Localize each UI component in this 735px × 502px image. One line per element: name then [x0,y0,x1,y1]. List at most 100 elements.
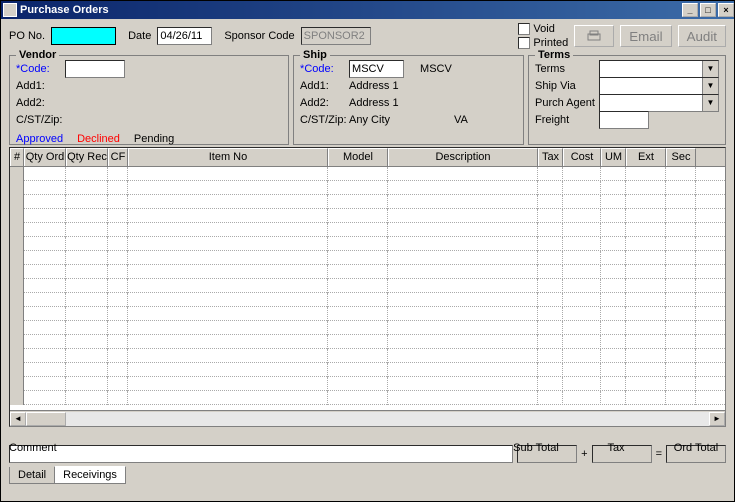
table-cell[interactable] [666,195,696,209]
table-cell[interactable] [128,363,328,377]
table-cell[interactable] [108,167,128,181]
void-checkbox[interactable] [518,23,530,35]
table-cell[interactable] [24,279,66,293]
table-cell[interactable] [66,363,108,377]
table-row[interactable] [10,237,725,251]
table-cell[interactable] [626,195,666,209]
table-cell[interactable] [328,223,388,237]
table-cell[interactable] [626,251,666,265]
table-cell[interactable] [10,251,24,265]
table-cell[interactable] [66,195,108,209]
table-cell[interactable] [128,321,328,335]
col-qtyord[interactable]: Qty Ord [24,148,66,166]
table-row[interactable] [10,251,725,265]
table-cell[interactable] [24,237,66,251]
table-cell[interactable] [10,321,24,335]
table-row[interactable] [10,391,725,405]
table-cell[interactable] [538,307,563,321]
table-cell[interactable] [666,251,696,265]
table-cell[interactable] [666,265,696,279]
table-cell[interactable] [601,209,626,223]
table-cell[interactable] [563,251,601,265]
table-cell[interactable] [10,349,24,363]
table-cell[interactable] [24,181,66,195]
table-cell[interactable] [388,237,538,251]
table-cell[interactable] [388,265,538,279]
table-cell[interactable] [24,363,66,377]
printed-checkbox[interactable] [518,37,530,49]
table-cell[interactable] [66,181,108,195]
tab-detail[interactable]: Detail [9,467,55,484]
table-cell[interactable] [24,223,66,237]
line-items-grid[interactable]: # Qty Ord Qty Rec CF Item No Model Descr… [9,147,726,427]
table-cell[interactable] [601,349,626,363]
table-cell[interactable] [666,349,696,363]
col-model[interactable]: Model [328,148,388,166]
scroll-thumb[interactable] [26,412,66,426]
table-cell[interactable] [626,321,666,335]
titlebar[interactable]: Purchase Orders _ □ × [1,1,734,19]
table-cell[interactable] [388,293,538,307]
table-cell[interactable] [538,223,563,237]
table-cell[interactable] [388,335,538,349]
table-cell[interactable] [563,307,601,321]
table-cell[interactable] [66,391,108,405]
table-row[interactable] [10,181,725,195]
table-cell[interactable] [10,209,24,223]
table-cell[interactable] [128,195,328,209]
table-cell[interactable] [563,223,601,237]
table-cell[interactable] [328,265,388,279]
table-cell[interactable] [108,391,128,405]
table-row[interactable] [10,349,725,363]
table-cell[interactable] [626,237,666,251]
table-cell[interactable] [626,223,666,237]
table-cell[interactable] [10,377,24,391]
table-cell[interactable] [328,237,388,251]
table-cell[interactable] [626,391,666,405]
table-cell[interactable] [24,251,66,265]
table-cell[interactable] [108,279,128,293]
table-cell[interactable] [666,237,696,251]
table-cell[interactable] [66,321,108,335]
table-cell[interactable] [563,293,601,307]
table-cell[interactable] [128,167,328,181]
table-cell[interactable] [328,335,388,349]
table-cell[interactable] [108,265,128,279]
table-cell[interactable] [10,363,24,377]
table-cell[interactable] [328,167,388,181]
table-cell[interactable] [128,307,328,321]
table-cell[interactable] [66,293,108,307]
table-cell[interactable] [626,265,666,279]
table-cell[interactable] [563,209,601,223]
close-button[interactable]: × [718,3,734,17]
table-cell[interactable] [10,293,24,307]
table-cell[interactable] [601,195,626,209]
table-cell[interactable] [24,391,66,405]
terms-combo[interactable]: ▼ [599,60,719,78]
table-cell[interactable] [328,181,388,195]
table-cell[interactable] [666,279,696,293]
table-cell[interactable] [563,377,601,391]
table-cell[interactable] [128,237,328,251]
table-cell[interactable] [626,307,666,321]
table-cell[interactable] [66,279,108,293]
table-row[interactable] [10,223,725,237]
table-cell[interactable] [66,237,108,251]
purchagent-combo[interactable]: ▼ [599,94,719,112]
table-cell[interactable] [66,335,108,349]
table-cell[interactable] [66,167,108,181]
table-cell[interactable] [24,349,66,363]
table-cell[interactable] [128,181,328,195]
table-cell[interactable] [538,279,563,293]
table-row[interactable] [10,363,725,377]
table-row[interactable] [10,293,725,307]
col-num[interactable]: # [10,148,24,166]
table-cell[interactable] [666,209,696,223]
table-cell[interactable] [66,349,108,363]
table-cell[interactable] [388,181,538,195]
table-cell[interactable] [24,209,66,223]
table-cell[interactable] [626,181,666,195]
table-row[interactable] [10,209,725,223]
table-cell[interactable] [10,195,24,209]
table-cell[interactable] [538,181,563,195]
